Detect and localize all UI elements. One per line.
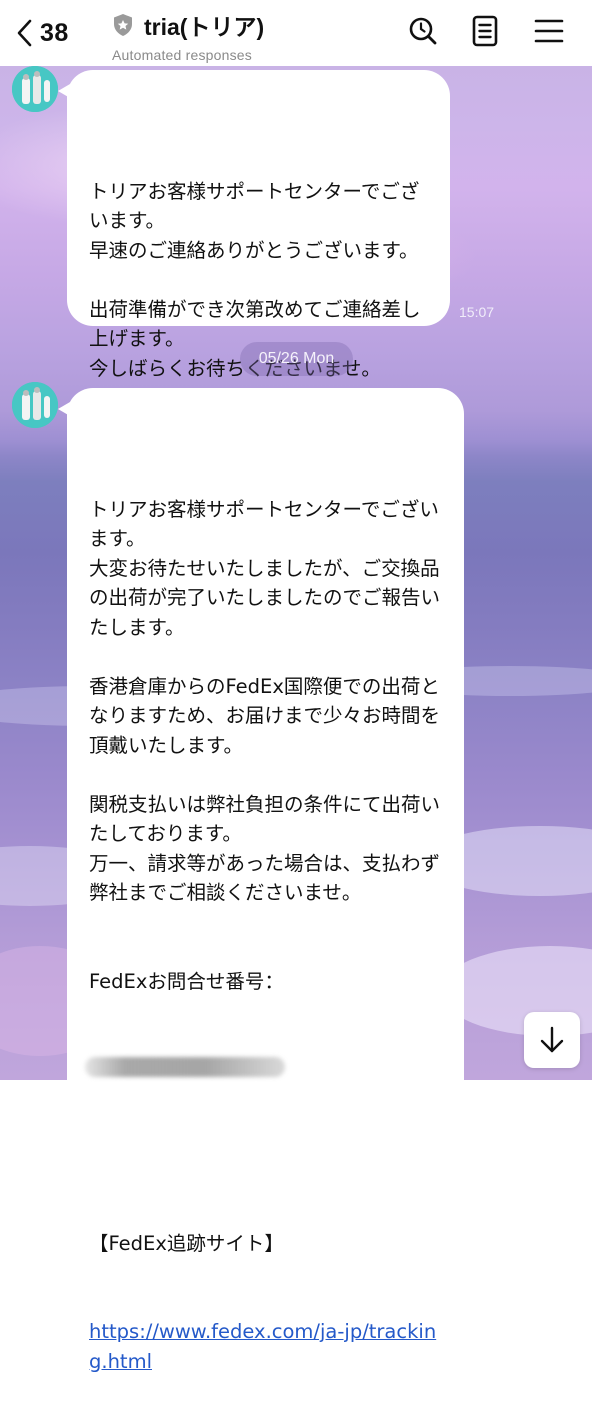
date-separator: 05/26 Mon <box>240 342 353 376</box>
chat-title-area[interactable]: tria(トリア) Automated responses <box>112 8 264 63</box>
avatar-logo-icon <box>12 66 58 112</box>
sender-avatar[interactable] <box>12 66 58 112</box>
search-button[interactable] <box>406 14 440 48</box>
sender-avatar[interactable] <box>12 382 58 428</box>
chat-header: 38 tria(トリア) Automated responses <box>0 0 592 66</box>
tracking-link[interactable]: https://www.fedex.com/ja-jp/tracking.htm… <box>89 1317 444 1376</box>
notes-icon <box>472 15 498 47</box>
chat-subtitle: Automated responses <box>112 47 252 63</box>
verified-shield-icon <box>114 14 132 36</box>
bubble-tail <box>58 84 70 98</box>
message-text: 【FedEx追跡サイト】 <box>89 1231 284 1255</box>
arrow-down-icon <box>540 1026 564 1053</box>
message-bubble[interactable]: トリアお客様サポートセンターでございます。 早速のご連絡ありがとうございます。 … <box>58 70 450 380</box>
avatar-logo-icon <box>12 382 58 428</box>
menu-button[interactable] <box>532 14 566 48</box>
menu-icon <box>534 19 564 43</box>
message-time: 15:07 <box>459 304 495 320</box>
message-text: トリアお客様サポートセンターでございます。 大変お待たせいたしましたが、ご交換品… <box>89 497 441 993</box>
chat-title: tria(トリア) <box>144 14 265 40</box>
back-button[interactable]: 38 <box>14 12 69 54</box>
message-bubble[interactable]: トリアお客様サポートセンターでございます。 大変お待たせいたしましたが、ご交換品… <box>58 388 464 1373</box>
notes-button[interactable] <box>468 14 502 48</box>
message-text <box>89 1140 444 1170</box>
redacted-tracking-number <box>85 1057 285 1077</box>
bubble-tail <box>58 402 70 416</box>
back-chevron-icon <box>17 19 32 47</box>
scroll-to-bottom-button[interactable] <box>524 1012 580 1068</box>
search-icon <box>409 17 437 45</box>
unread-count: 38 <box>40 18 69 47</box>
